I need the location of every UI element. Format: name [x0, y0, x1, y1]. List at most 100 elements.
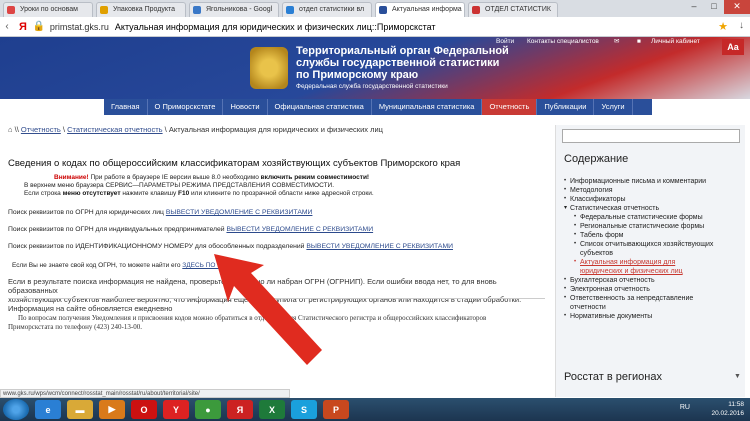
site-subtitle: Федеральная служба государственной стати…	[296, 83, 448, 90]
close-icon[interactable]: ✕	[724, 0, 750, 14]
main-content: ⌂ \\ Отчетность \ Статистическая отчетно…	[8, 125, 548, 332]
download-icon[interactable]: ↓	[739, 20, 744, 31]
main-menu: Главная О Приморскстате Новости Официаль…	[104, 99, 652, 115]
skype-icon[interactable]: S	[291, 400, 317, 419]
maximize-icon[interactable]: □	[704, 0, 724, 14]
browser-tab-active[interactable]: Актуальная информа	[375, 2, 465, 17]
sidebar-item[interactable]: • Нормативные документы	[564, 312, 742, 321]
sidebar-nav: • Информационные письма и комментарии • Ме…	[564, 177, 742, 321]
browser-status-bar: www.gks.ru/wps/wcm/connect/rosstat_main/…	[0, 389, 290, 398]
ie-icon[interactable]: e	[35, 400, 61, 419]
excel-icon[interactable]: X	[259, 400, 285, 419]
lock-icon: 🔒	[32, 21, 46, 32]
search-ogrn-legal: Поиск реквизитов по ОГРН для юридических…	[8, 209, 313, 216]
search-ogrn-ip: Поиск реквизитов по ОГРН для индивидуаль…	[8, 226, 374, 233]
menu-item-municipal-stats[interactable]: Муниципальная статистика	[372, 99, 483, 115]
tab-favicon-icon	[7, 6, 15, 14]
sidebar-item-cont[interactable]: отчетности	[564, 303, 742, 312]
sidebar-item[interactable]: • Электронная отчетность	[564, 285, 742, 294]
tab-favicon-icon	[286, 6, 294, 14]
breadcrumb-current: Актуальная информация для юридических и …	[168, 125, 383, 134]
contacts-link[interactable]: Контакты специалистов	[527, 38, 599, 46]
tab-favicon-icon	[193, 6, 201, 14]
notification-link[interactable]: ВЫВЕСТИ УВЕДОМЛЕНИЕ С РЕКВИЗИТАМИ	[226, 226, 373, 233]
chevron-down-icon[interactable]: ▼	[734, 373, 741, 380]
yandex-logo[interactable]: Я	[19, 21, 27, 33]
minimize-icon[interactable]: –	[684, 0, 704, 14]
inn-search-link[interactable]: ЗДЕСЬ ПО ИНН	[182, 262, 231, 269]
sidebar-search-input[interactable]	[562, 129, 740, 143]
browser-tab[interactable]: Ягольникова - Googl	[189, 2, 279, 17]
chrome-icon[interactable]: ●	[195, 400, 221, 419]
yandex-icon[interactable]: Y	[163, 400, 189, 419]
notification-link[interactable]: ВЫВЕСТИ УВЕДОМЛЕНИЕ С РЕКВИЗИТАМИ	[306, 243, 453, 250]
mail-icon[interactable]: ✉	[614, 38, 619, 46]
divider	[8, 298, 545, 299]
regions-heading: Росстат в регионах	[564, 371, 662, 383]
contact-paragraph: По вопросам получения Уведомления и прис…	[8, 314, 487, 331]
sidebar-subitem[interactable]: • Список отчитывающихся хозяйствующих	[564, 240, 742, 249]
menu-item-publications[interactable]: Публикации	[537, 99, 595, 115]
breadcrumb: ⌂ \\ Отчетность \ Статистическая отчетно…	[8, 125, 383, 134]
sidebar-subitem[interactable]: • Табель форм	[564, 231, 742, 240]
sidebar-item[interactable]: • Информационные письма и комментарии	[564, 177, 742, 186]
sidebar-item[interactable]: • Методология	[564, 186, 742, 195]
menu-item-about[interactable]: О Приморскстате	[148, 99, 224, 115]
sidebar-subitem-active[interactable]: • Актуальная информация для	[564, 258, 742, 267]
page-heading: Сведения о кодах по общероссийским класс…	[8, 158, 461, 169]
sidebar-item[interactable]: • Ответственность за непредставление	[564, 294, 742, 303]
site-banner: Территориальный орган Федеральной службы…	[0, 37, 750, 99]
tab-favicon-icon	[472, 6, 480, 14]
accessibility-button[interactable]: Aa	[722, 39, 744, 55]
language-indicator[interactable]: RU	[680, 404, 690, 411]
back-icon[interactable]: ‹	[0, 21, 14, 32]
notification-link[interactable]: ВЫВЕСТИ УВЕДОМЛЕНИЕ С РЕКВИЗИТАМИ	[166, 209, 313, 216]
explorer-icon[interactable]: ▬	[67, 400, 93, 419]
home-icon[interactable]: ⌂	[8, 125, 13, 134]
search-id-branch: Поиск реквизитов по ИДЕНТИФИКАЦИОННОМУ Н…	[8, 243, 453, 250]
login-link[interactable]: Войти	[496, 38, 514, 46]
sidebar-subitem[interactable]: • Региональные статистические формы	[564, 222, 742, 231]
search-by-inn: Если Вы не знаете свой код ОГРН, то може…	[12, 262, 232, 269]
windows-taskbar: e ▬ ▶ O Y ● Я X S P RU 11:58 20.02.2016	[0, 398, 750, 421]
tab-favicon-icon	[100, 6, 108, 14]
browser-tab[interactable]: Уроки по основам	[3, 2, 93, 17]
browser-tab-bar: Уроки по основам Упаковка Продукта Яголь…	[0, 0, 750, 17]
sidebar-item[interactable]: • Бухгалтерская отчетность	[564, 276, 742, 285]
address-bar: ‹ Я 🔒 primstat.gks.ru Актуальная информа…	[0, 17, 750, 37]
browser-tab[interactable]: ОТДЕЛ СТАТИСТИК	[468, 2, 558, 17]
media-player-icon[interactable]: ▶	[99, 400, 125, 419]
menu-item-reporting[interactable]: Отчетность	[482, 99, 538, 115]
opera-icon[interactable]: O	[131, 400, 157, 419]
info-paragraph: Если в результате поиска информация не н…	[8, 277, 522, 313]
tab-favicon-icon	[379, 6, 387, 14]
menu-item-services[interactable]: Услуги	[594, 99, 633, 115]
window-controls: – □ ✕	[684, 0, 750, 14]
browser-tab[interactable]: Упаковка Продукта	[96, 2, 186, 17]
breadcrumb-link[interactable]: Статистическая отчетность	[67, 125, 162, 134]
sidebar-item[interactable]: ▾ Статистическая отчетность	[564, 204, 742, 213]
powerpoint-icon[interactable]: P	[323, 400, 349, 419]
browser-tab[interactable]: отдел статистики вл	[282, 2, 372, 17]
menu-item-news[interactable]: Новости	[223, 99, 268, 115]
sidebar-item[interactable]: • Классификаторы	[564, 195, 742, 204]
sidebar-subitem[interactable]: • Федеральные статистические формы	[564, 213, 742, 222]
sidebar-heading: Содержание	[564, 153, 629, 165]
compat-warning: Внимание! При работе в браузере IE верси…	[24, 174, 374, 197]
system-clock[interactable]: 11:58 20.02.2016	[711, 400, 744, 418]
sidebar-subitem-cont[interactable]: субъектов	[564, 249, 742, 258]
user-icon[interactable]: ■	[637, 38, 641, 46]
sidebar-subitem-active-cont[interactable]: юридических и физических лиц	[564, 267, 742, 276]
cabinet-link[interactable]: Личный кабинет	[651, 38, 700, 46]
start-button[interactable]	[3, 399, 29, 420]
coat-of-arms-icon	[250, 47, 288, 89]
bookmark-star-icon[interactable]: ★	[718, 20, 728, 33]
sidebar: Содержание • Информационные письма и комм…	[555, 125, 745, 397]
breadcrumb-link[interactable]: Отчетность	[21, 125, 61, 134]
url-field[interactable]: primstat.gks.ru	[50, 22, 109, 32]
page-title: Актуальная информация для юридических и …	[114, 21, 436, 32]
yandex-browser-icon[interactable]: Я	[227, 400, 253, 419]
site-title: Территориальный орган Федеральной службы…	[296, 45, 509, 81]
menu-item-official-stats[interactable]: Официальная статистика	[268, 99, 372, 115]
menu-item-home[interactable]: Главная	[104, 99, 148, 115]
